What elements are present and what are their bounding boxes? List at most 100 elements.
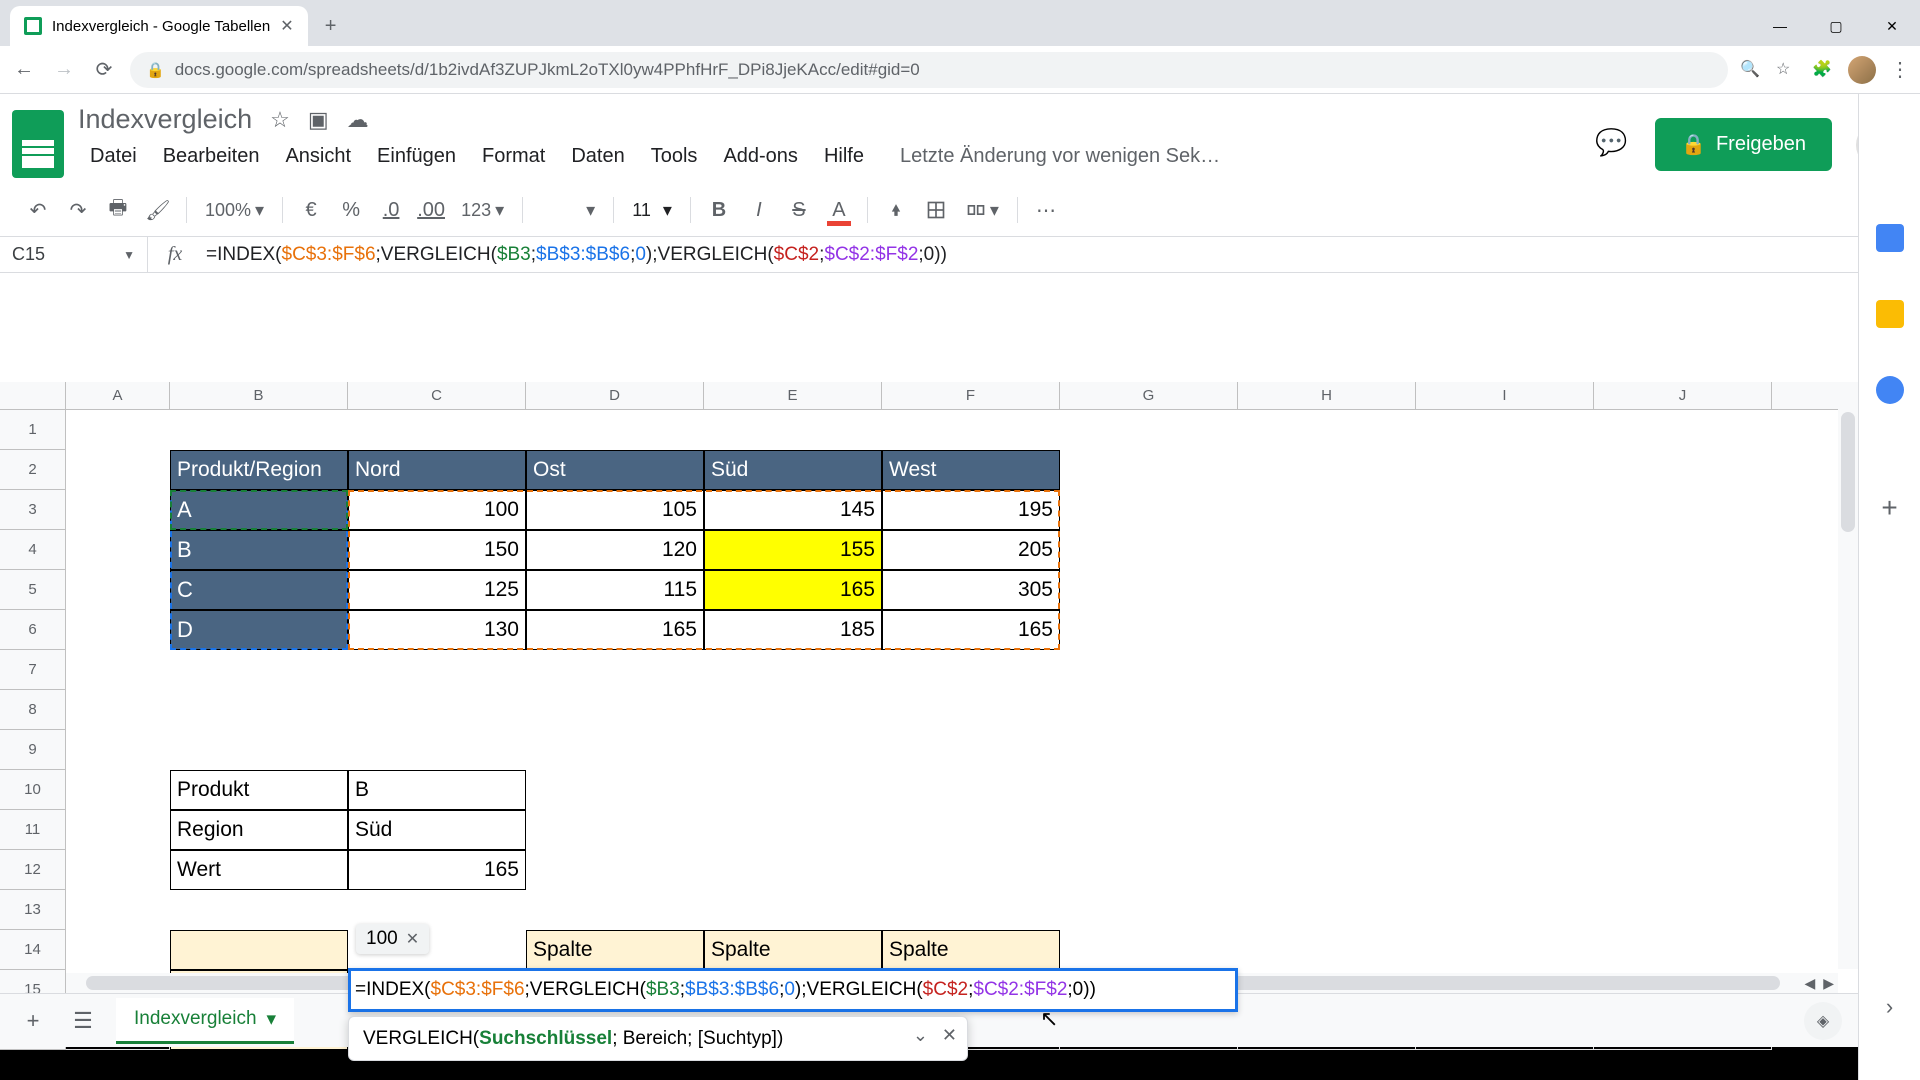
row-header-8[interactable]: 8 xyxy=(0,690,65,730)
number-format-select[interactable]: 123 ▾ xyxy=(453,200,512,221)
row-header-13[interactable]: 13 xyxy=(0,890,65,930)
cell-C12[interactable]: 165 xyxy=(348,850,526,890)
cell-F5[interactable]: 305 xyxy=(882,570,1060,610)
cell-D3[interactable]: 105 xyxy=(526,490,704,530)
row-header-6[interactable]: 6 xyxy=(0,610,65,650)
cell-C3[interactable]: 100 xyxy=(348,490,526,530)
cell-F14[interactable]: Spalte xyxy=(882,930,1060,970)
back-icon[interactable]: ← xyxy=(10,56,38,84)
profile-avatar-small[interactable] xyxy=(1848,56,1876,84)
paint-format-icon[interactable]: 🖌 xyxy=(140,192,176,228)
expand-help-icon[interactable]: ⌄ xyxy=(913,1025,928,1046)
row-header-7[interactable]: 7 xyxy=(0,650,65,690)
col-header-C[interactable]: C xyxy=(348,382,526,409)
chevron-down-icon[interactable]: ▼ xyxy=(123,248,135,262)
add-addons-icon[interactable]: + xyxy=(1881,492,1897,524)
cell-C11[interactable]: Süd xyxy=(348,810,526,850)
row-header-5[interactable]: 5 xyxy=(0,570,65,610)
menu-help[interactable]: Hilfe xyxy=(812,139,876,174)
undo-icon[interactable]: ↶ xyxy=(20,192,56,228)
share-button[interactable]: 🔒 Freigeben xyxy=(1655,118,1832,171)
cell-E2[interactable]: Süd xyxy=(704,450,882,490)
percent-button[interactable]: % xyxy=(333,192,369,228)
menu-insert[interactable]: Einfügen xyxy=(365,139,468,174)
cell-B12[interactable]: Wert xyxy=(170,850,348,890)
merge-cells-icon[interactable]: ▾ xyxy=(958,200,1007,221)
collapse-side-panel-icon[interactable]: › xyxy=(1886,994,1893,1020)
italic-icon[interactable]: I xyxy=(741,192,777,228)
cell-F3[interactable]: 195 xyxy=(882,490,1060,530)
cell-C5[interactable]: 125 xyxy=(348,570,526,610)
close-help-icon[interactable]: ✕ xyxy=(942,1025,957,1046)
cell-B11[interactable]: Region xyxy=(170,810,348,850)
cell-E6[interactable]: 185 xyxy=(704,610,882,650)
maximize-icon[interactable]: ▢ xyxy=(1808,6,1864,46)
scroll-right-icon[interactable]: ▶ xyxy=(1819,975,1838,992)
new-tab-button[interactable]: + xyxy=(316,11,346,41)
zoom-select[interactable]: 100% ▾ xyxy=(197,200,272,221)
cell-D6[interactable]: 165 xyxy=(526,610,704,650)
minimize-icon[interactable]: — xyxy=(1752,6,1808,46)
row-header-1[interactable]: 1 xyxy=(0,410,65,450)
col-header-I[interactable]: I xyxy=(1416,382,1594,409)
star-icon[interactable]: ☆ xyxy=(1776,59,1798,81)
menu-file[interactable]: Datei xyxy=(78,139,149,174)
spreadsheet-grid[interactable]: A B C D E F G H I J 12345678910111213141… xyxy=(0,382,1858,993)
print-icon[interactable]: 🖶 xyxy=(100,192,136,228)
col-header-G[interactable]: G xyxy=(1060,382,1238,409)
kebab-menu-icon[interactable]: ⋮ xyxy=(1890,57,1910,82)
cell-C6[interactable]: 130 xyxy=(348,610,526,650)
close-window-icon[interactable]: ✕ xyxy=(1864,6,1920,46)
browser-tab[interactable]: Indexvergleich - Google Tabellen ✕ xyxy=(10,6,308,46)
cell-B2[interactable]: Produkt/Region xyxy=(170,450,348,490)
increase-decimal-button[interactable]: .00 xyxy=(413,192,449,228)
cell-B6[interactable]: D xyxy=(170,610,348,650)
col-header-J[interactable]: J xyxy=(1594,382,1772,409)
fill-color-icon[interactable] xyxy=(878,192,914,228)
cell-F4[interactable]: 205 xyxy=(882,530,1060,570)
cell-F2[interactable]: West xyxy=(882,450,1060,490)
row-header-14[interactable]: 14 xyxy=(0,930,65,970)
menu-edit[interactable]: Bearbeiten xyxy=(151,139,272,174)
row-header-10[interactable]: 10 xyxy=(0,770,65,810)
cell-D14[interactable]: Spalte xyxy=(526,930,704,970)
menu-data[interactable]: Daten xyxy=(559,139,636,174)
decrease-decimal-button[interactable]: .0 xyxy=(373,192,409,228)
cell-B5[interactable]: C xyxy=(170,570,348,610)
row-header-9[interactable]: 9 xyxy=(0,730,65,770)
sheets-logo-icon[interactable] xyxy=(12,110,64,178)
col-header-H[interactable]: H xyxy=(1238,382,1416,409)
cell-D2[interactable]: Ost xyxy=(526,450,704,490)
row-header-4[interactable]: 4 xyxy=(0,530,65,570)
document-title[interactable]: Indexvergleich xyxy=(78,104,252,135)
cell-C4[interactable]: 150 xyxy=(348,530,526,570)
strikethrough-icon[interactable]: S xyxy=(781,192,817,228)
cell-editor[interactable]: =INDEX($C$3:$F$6;VERGLEICH($B3;$B$3:$B$6… xyxy=(348,968,1238,1012)
add-sheet-button[interactable]: + xyxy=(16,1004,50,1038)
cell-B4[interactable]: B xyxy=(170,530,348,570)
col-header-B[interactable]: B xyxy=(170,382,348,409)
cell-E4[interactable]: 155 xyxy=(704,530,882,570)
vertical-scrollbar[interactable] xyxy=(1838,382,1858,969)
more-toolbar-icon[interactable]: ⋯ xyxy=(1028,192,1064,228)
currency-button[interactable]: € xyxy=(293,192,329,228)
cell-C10[interactable]: B xyxy=(348,770,526,810)
sheet-tab-active[interactable]: Indexvergleich ▾ xyxy=(116,998,294,1044)
font-size-select[interactable]: 11 ▾ xyxy=(624,200,680,221)
last-edit-text[interactable]: Letzte Änderung vor wenigen Sek… xyxy=(888,139,1232,174)
row-header-12[interactable]: 12 xyxy=(0,850,65,890)
close-tab-icon[interactable]: ✕ xyxy=(280,16,293,36)
row-header-2[interactable]: 2 xyxy=(0,450,65,490)
cell-E3[interactable]: 145 xyxy=(704,490,882,530)
extensions-icon[interactable]: 🧩 xyxy=(1812,59,1834,81)
all-sheets-icon[interactable]: ☰ xyxy=(66,1004,100,1038)
bold-icon[interactable]: B xyxy=(701,192,737,228)
cell-E5[interactable]: 165 xyxy=(704,570,882,610)
cell-B3[interactable]: A xyxy=(170,490,348,530)
menu-tools[interactable]: Tools xyxy=(639,139,710,174)
menu-addons[interactable]: Add-ons xyxy=(711,139,810,174)
tasks-icon[interactable] xyxy=(1876,376,1904,404)
move-folder-icon[interactable]: ▣ xyxy=(308,107,329,133)
cell-F6[interactable]: 165 xyxy=(882,610,1060,650)
col-header-F[interactable]: F xyxy=(882,382,1060,409)
